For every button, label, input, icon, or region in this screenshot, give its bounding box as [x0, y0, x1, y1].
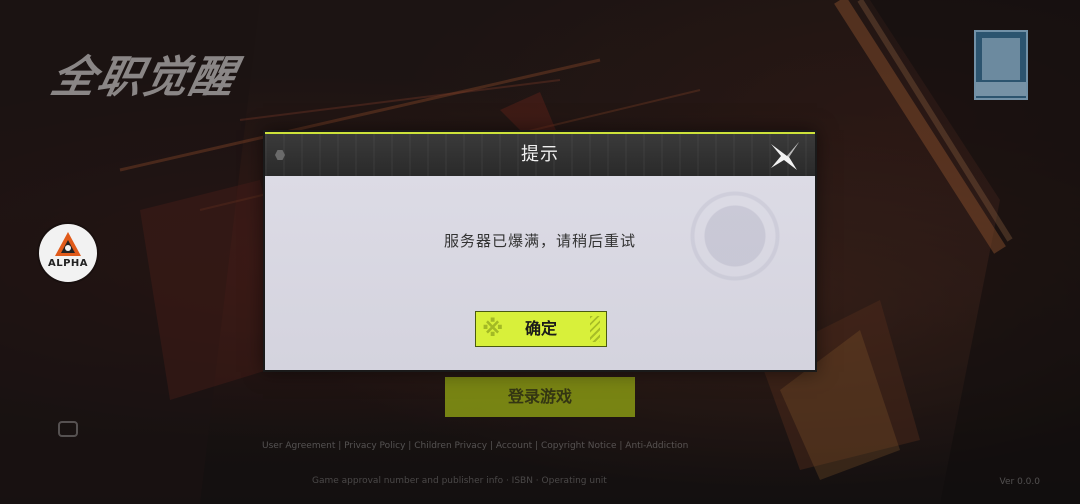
alert-dialog: 提示 服务器已爆满，请稍后重试 ※ 确定 [263, 130, 817, 372]
footer-legal-info: Game approval number and publisher info … [312, 476, 607, 486]
age-rating-inner [982, 38, 1020, 80]
version-label: Ver 0.0.0 [999, 477, 1040, 487]
dialog-body: 服务器已爆满，请稍后重试 ※ 确定 [265, 176, 815, 370]
game-logo: 全职觉醒 [46, 52, 242, 103]
start-game-button[interactable]: 登录游戏 [445, 377, 635, 417]
dialog-message: 服务器已爆满，请稍后重试 [443, 232, 636, 250]
alpha-logo-icon [55, 232, 81, 256]
confirm-button-label: 确定 [524, 319, 557, 338]
dialog-title: 提示 [521, 144, 559, 165]
confirm-button[interactable]: ※ 确定 [475, 311, 607, 347]
alpha-badge: ALPHA [39, 224, 97, 282]
footer-links[interactable]: User Agreement | Privacy Policy | Childr… [262, 441, 822, 455]
close-x-icon [771, 142, 799, 170]
age-rating-icon [974, 30, 1028, 100]
alpha-label: ALPHA [47, 258, 89, 269]
age-rating-label-strip [976, 82, 1026, 96]
close-button[interactable] [767, 140, 801, 172]
chat-icon[interactable] [58, 421, 78, 437]
game-screen: 全职觉醒 ALPHA 登录游戏 User Agreement | Privacy… [0, 0, 1080, 504]
dialog-header: 提示 [265, 132, 815, 176]
